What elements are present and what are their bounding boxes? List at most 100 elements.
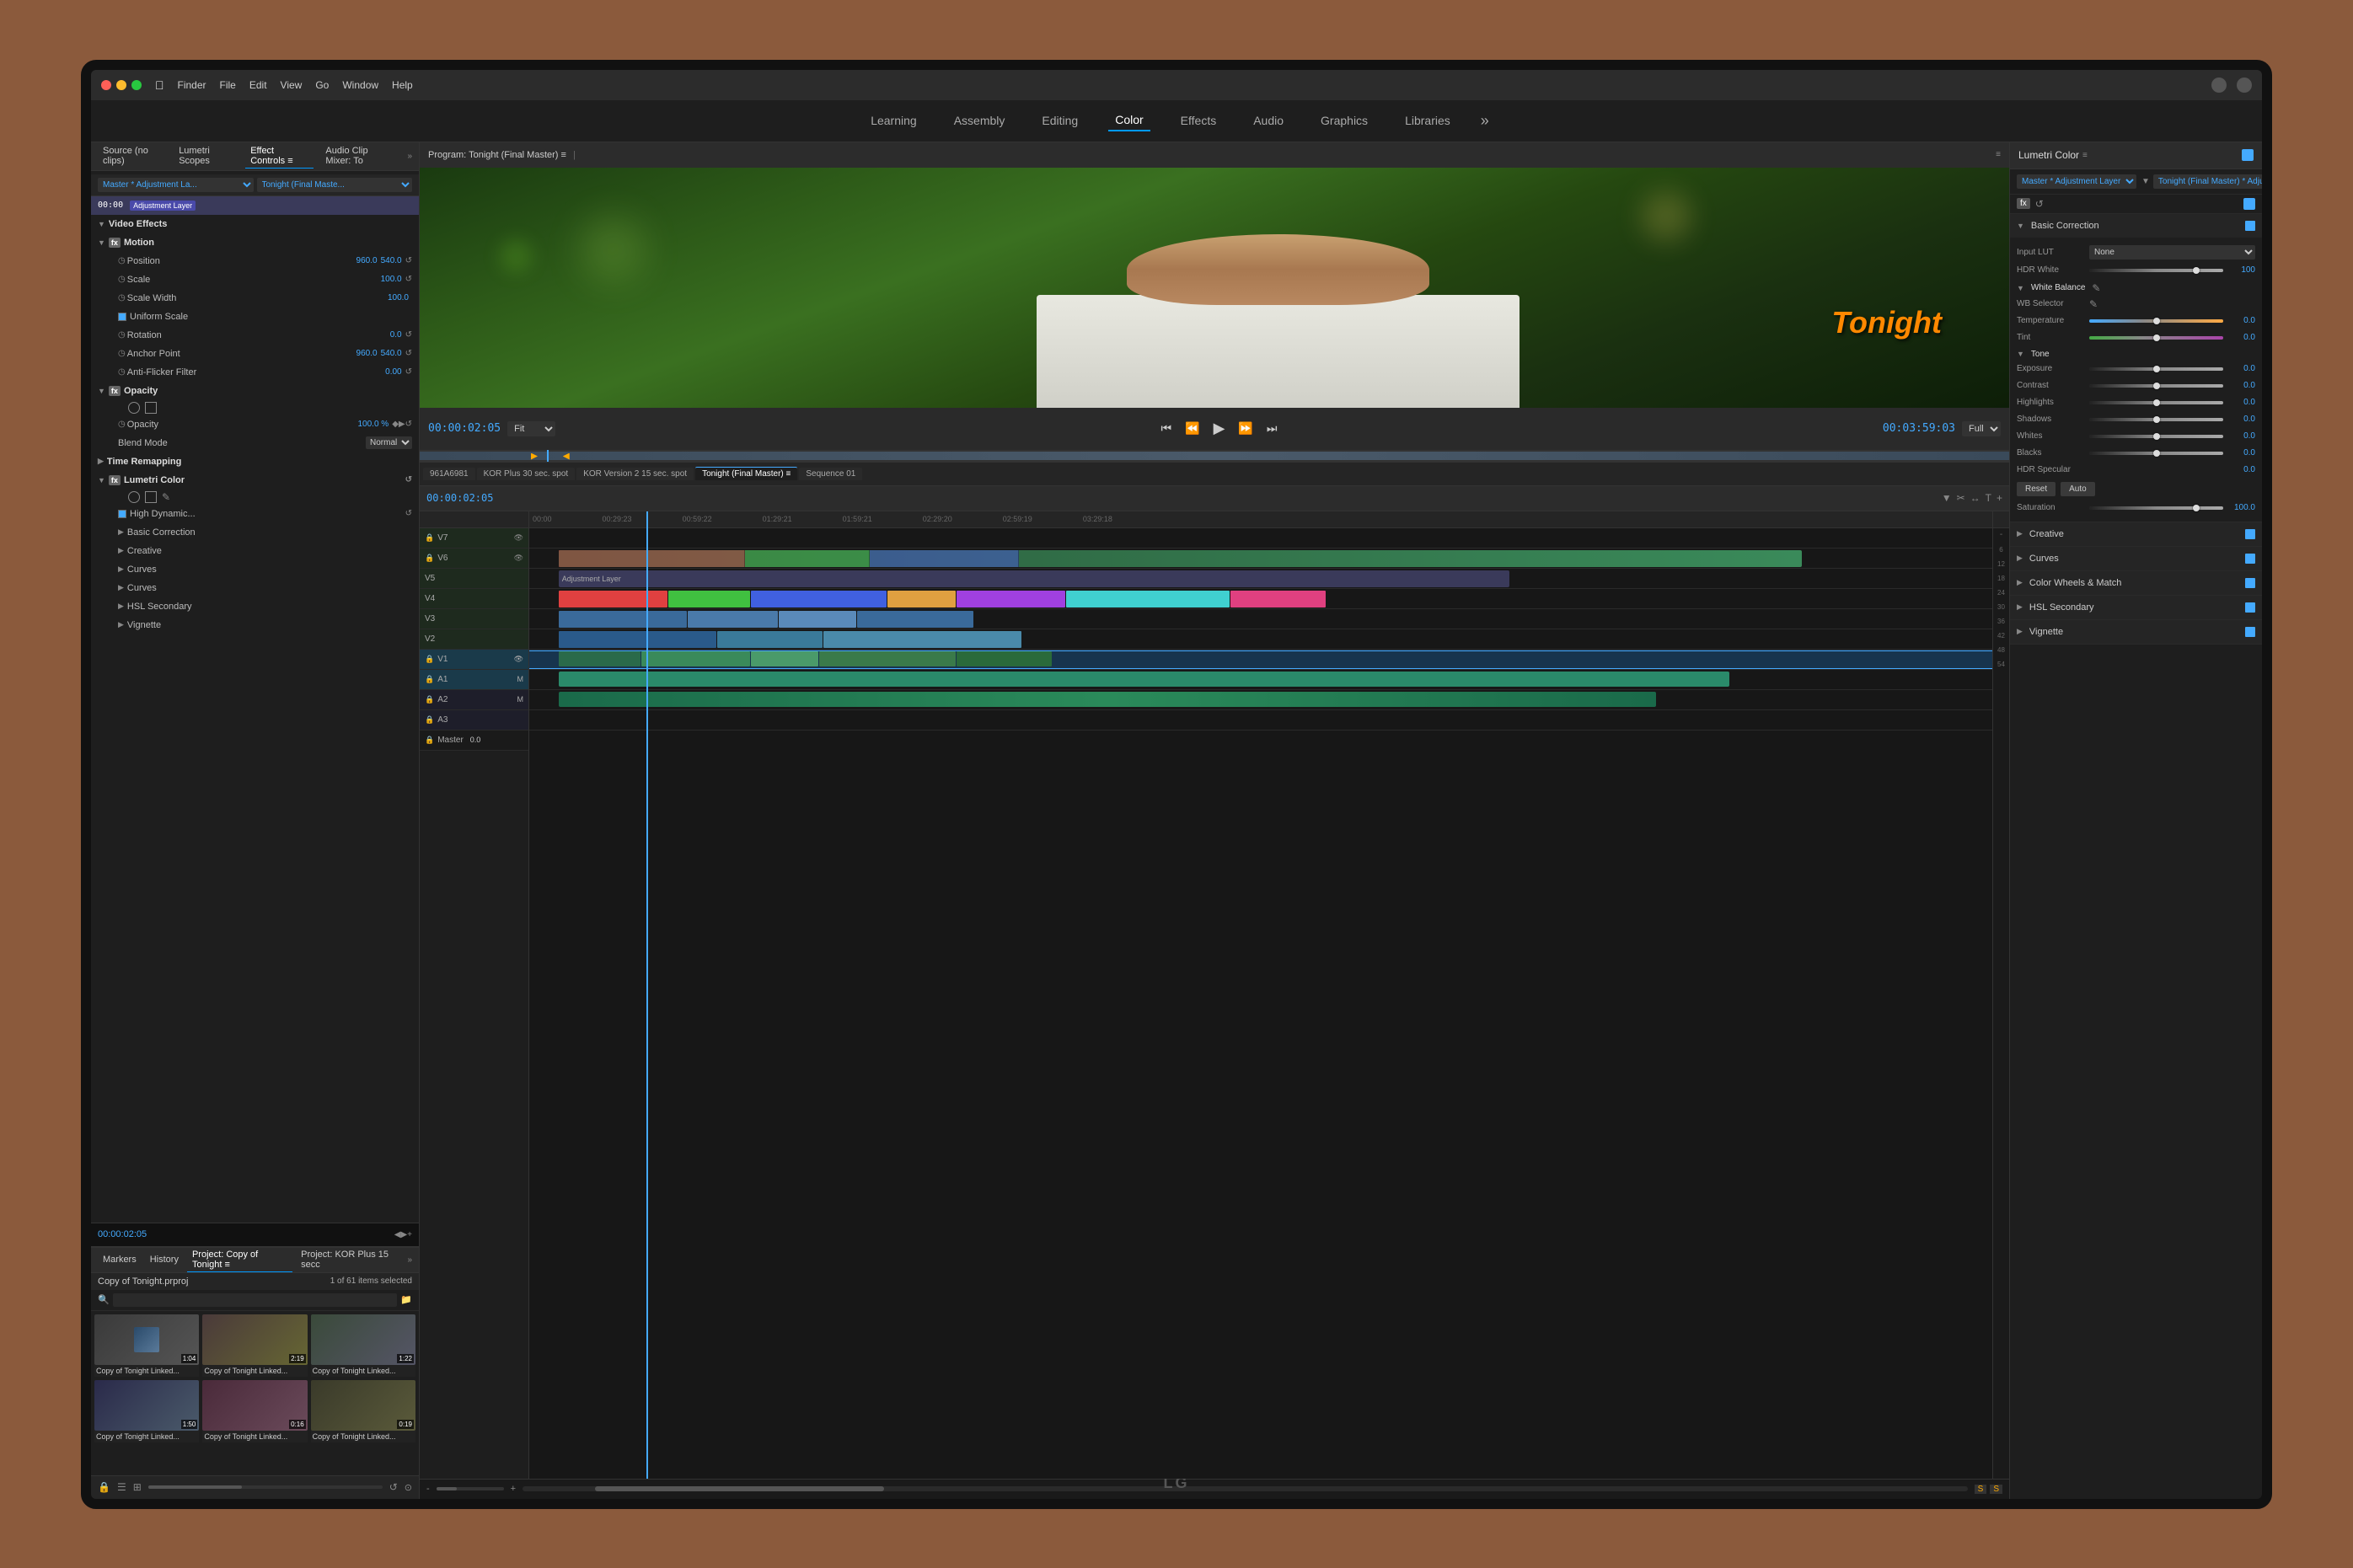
- tl-tool-select[interactable]: ▼: [1942, 492, 1952, 504]
- bc-enable-checkbox[interactable]: [2245, 221, 2255, 231]
- tl-tab-seq01[interactable]: Sequence 01: [799, 468, 862, 480]
- curves-ec-row[interactable]: ▶ Curves: [91, 560, 419, 579]
- rotation-stopwatch[interactable]: ◷: [118, 330, 126, 340]
- go-menu[interactable]: Go: [315, 79, 329, 91]
- list-item[interactable]: 0:19 Copy of Tonight Linked...: [311, 1380, 415, 1442]
- play-btn[interactable]: ▶: [1210, 418, 1229, 439]
- tl-tab-kor30[interactable]: KOR Plus 30 sec. spot: [477, 468, 576, 480]
- eye-icon-v6[interactable]: 👁: [514, 554, 523, 563]
- maximize-button[interactable]: [131, 80, 142, 90]
- vignette-ec-row[interactable]: ▶ Vignette: [91, 616, 419, 634]
- ec-nav-next[interactable]: ▶: [400, 1230, 407, 1239]
- lumetri-sequence-select[interactable]: Tonight (Final Master) * Adjust...: [2153, 174, 2262, 189]
- lc-ec-reset[interactable]: ↺: [405, 475, 412, 484]
- blend-mode-select[interactable]: Normal: [366, 436, 412, 449]
- af-stopwatch[interactable]: ◷: [118, 367, 126, 377]
- bc-auto-button[interactable]: Auto: [2061, 482, 2095, 496]
- color-wheels-header[interactable]: ▶ Color Wheels & Match: [2010, 571, 2262, 595]
- clip-v5-adjustment[interactable]: Adjustment Layer: [559, 570, 1509, 587]
- hsl-enable-checkbox[interactable]: [2245, 602, 2255, 613]
- step-back-btn[interactable]: ⏪: [1182, 420, 1203, 437]
- tl-tab-kor15[interactable]: KOR Version 2 15 sec. spot: [576, 468, 694, 480]
- tl-zoom-out[interactable]: -: [426, 1484, 430, 1494]
- search-input[interactable]: [113, 1293, 398, 1307]
- input-lut-select[interactable]: None: [2089, 245, 2255, 260]
- lumetri-reset-icon[interactable]: ↺: [2035, 198, 2044, 210]
- tab-lumetri-scopes[interactable]: Lumetri Scopes: [174, 144, 239, 169]
- tl-add-track[interactable]: +: [1997, 492, 2002, 504]
- edit-menu[interactable]: Edit: [249, 79, 267, 91]
- list-item[interactable]: 2:19 Copy of Tonight Linked...: [202, 1314, 307, 1377]
- close-button[interactable]: [101, 80, 111, 90]
- clip-v4-4[interactable]: [887, 591, 956, 607]
- exposure-slider[interactable]: [2089, 367, 2223, 371]
- preview-scrubber[interactable]: [420, 450, 2009, 462]
- fit-select[interactable]: Fit 25% 50% 100%: [507, 421, 555, 436]
- curves-header[interactable]: ▶ Curves: [2010, 547, 2262, 570]
- tab-history[interactable]: History: [145, 1253, 184, 1267]
- clip-v3-2[interactable]: [688, 611, 778, 628]
- clip-v1-4[interactable]: [819, 651, 955, 666]
- clip-v1-3[interactable]: [751, 651, 819, 666]
- vignette-enable-checkbox[interactable]: [2245, 627, 2255, 637]
- window-menu[interactable]: Window: [342, 79, 378, 91]
- whites-slider[interactable]: [2089, 435, 2223, 438]
- creative-enable-checkbox[interactable]: [2245, 529, 2255, 539]
- list-item[interactable]: 1:50 Copy of Tonight Linked...: [94, 1380, 199, 1442]
- opacity-value[interactable]: 100.0 %: [358, 420, 389, 429]
- lumetri-check[interactable]: [2243, 198, 2255, 210]
- tab-markers[interactable]: Markers: [98, 1253, 142, 1267]
- go-to-start-btn[interactable]: ⏮: [1158, 420, 1176, 437]
- tl-tool-text[interactable]: T: [1986, 492, 1991, 504]
- color-wheels-ec-row[interactable]: ▶ Curves: [91, 579, 419, 597]
- layer-dropdown[interactable]: Master * Adjustment La...: [98, 178, 254, 192]
- shadows-slider[interactable]: [2089, 418, 2223, 421]
- playhead[interactable]: [547, 450, 549, 462]
- rotation-reset[interactable]: ↺: [405, 330, 412, 340]
- refresh-icon[interactable]: ↺: [389, 1481, 398, 1493]
- apple-menu[interactable]: : [155, 78, 164, 92]
- minimize-button[interactable]: [116, 80, 126, 90]
- basic-correction-header[interactable]: ▼ Basic Correction: [2010, 214, 2262, 238]
- workspace-learning[interactable]: Learning: [864, 110, 924, 131]
- sequence-dropdown[interactable]: Tonight (Final Maste...: [257, 178, 413, 192]
- ap-y[interactable]: 540.0: [381, 349, 402, 358]
- op-next[interactable]: ▶: [399, 420, 405, 429]
- op-reset[interactable]: ↺: [405, 420, 412, 429]
- wb-eyedropper-icon[interactable]: ✎: [2089, 298, 2098, 310]
- tl-zoom-in[interactable]: +: [511, 1484, 516, 1494]
- position-y[interactable]: 540.0: [381, 256, 402, 265]
- time-remapping-section[interactable]: ▶ Time Remapping: [91, 452, 419, 471]
- hd-reset[interactable]: ↺: [405, 509, 412, 518]
- clip-v4-6[interactable]: [1066, 591, 1230, 607]
- quality-select[interactable]: Full 1/2 1/4: [1962, 421, 2001, 436]
- tl-zoom-slider[interactable]: [437, 1487, 504, 1490]
- hsl-secondary-header[interactable]: ▶ HSL Secondary: [2010, 596, 2262, 619]
- temperature-slider[interactable]: [2089, 319, 2223, 323]
- finder-menu[interactable]: Finder: [178, 79, 206, 91]
- basic-correction-ec-row[interactable]: ▶ Basic Correction: [91, 523, 419, 542]
- rotation-value[interactable]: 0.0: [390, 330, 402, 340]
- zoom-slider[interactable]: [148, 1485, 383, 1489]
- clip-v4-7[interactable]: [1230, 591, 1326, 607]
- hd-checkbox[interactable]: [118, 510, 126, 518]
- hsl-secondary-ec-row[interactable]: ▶ HSL Secondary: [91, 597, 419, 616]
- eye-icon-v7[interactable]: 👁: [514, 533, 523, 543]
- contrast-slider[interactable]: [2089, 384, 2223, 388]
- ec-add-keyframe[interactable]: +: [407, 1230, 412, 1239]
- workspace-graphics[interactable]: Graphics: [1314, 110, 1375, 131]
- lc-eyedropper[interactable]: ✎: [162, 491, 170, 503]
- ap-x[interactable]: 960.0: [356, 349, 378, 358]
- clip-v4-1[interactable]: [559, 591, 667, 607]
- scale-stopwatch[interactable]: ◷: [118, 275, 126, 284]
- workspace-audio[interactable]: Audio: [1246, 110, 1290, 131]
- sw-stopwatch[interactable]: ◷: [118, 293, 126, 302]
- creative-ec-row[interactable]: ▶ Creative: [91, 542, 419, 560]
- project-panel-more[interactable]: »: [407, 1255, 412, 1265]
- curves-enable-checkbox[interactable]: [2245, 554, 2255, 564]
- tab-project-copy[interactable]: Project: Copy of Tonight ≡: [187, 1248, 292, 1272]
- hdr-white-slider[interactable]: [2089, 269, 2223, 272]
- workspace-libraries[interactable]: Libraries: [1398, 110, 1457, 131]
- position-x[interactable]: 960.0: [356, 256, 378, 265]
- stopwatch-icon[interactable]: ◷: [118, 256, 126, 265]
